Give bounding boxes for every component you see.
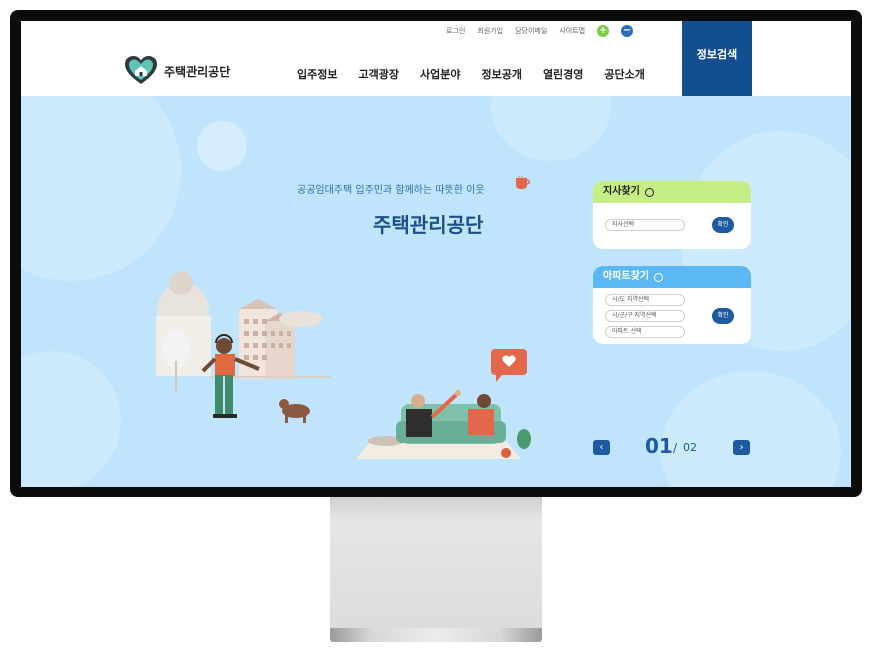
nav-item-business[interactable]: 사업분야 <box>420 66 460 82</box>
bg-bubble <box>661 371 841 487</box>
zoom-in-button[interactable]: + <box>597 25 610 37</box>
nav-item-about[interactable]: 공단소개 <box>604 66 644 82</box>
site-logo[interactable]: 주택관리공단 <box>124 56 230 86</box>
bg-bubble <box>197 121 247 171</box>
province-select[interactable]: 시/도 지역선택 <box>605 294 685 306</box>
branch-finder-title: 지사찾기 <box>603 186 640 197</box>
search-icon <box>654 272 663 282</box>
branch-confirm-button[interactable]: 확인 <box>712 217 734 233</box>
nav-item-open-management[interactable]: 열린경영 <box>543 66 583 82</box>
zoom-out-button[interactable]: − <box>621 25 634 37</box>
sitemap-link[interactable]: 사이트맵 <box>559 26 585 36</box>
neighborhood-illustration <box>156 271 331 423</box>
branch-select[interactable]: 지사선택 <box>605 219 685 231</box>
page-separator: / <box>673 441 678 455</box>
heart-house-logo-icon <box>125 56 157 84</box>
apartment-finder-header: 아파트찾기 <box>593 266 751 288</box>
hero-subtitle: 공공임대주택 입주민과 함께하는 따뜻한 이웃 <box>297 185 485 196</box>
total-pages: 02 <box>683 441 697 454</box>
bg-bubble <box>21 351 121 487</box>
branch-finder-header: 지사찾기 <box>593 181 751 203</box>
login-link[interactable]: 로그인 <box>446 26 465 36</box>
nav-item-disclosure[interactable]: 정보공개 <box>481 66 521 82</box>
contact-email-link[interactable]: 담당이메일 <box>515 26 547 36</box>
apartment-select[interactable]: 아파트 선택 <box>605 326 685 338</box>
signup-link[interactable]: 회원가입 <box>477 26 503 36</box>
hero-title: 주택관리공단 <box>373 213 484 237</box>
logo-text: 주택관리공단 <box>164 64 231 79</box>
site-header: 로그인 회원가입 담당이메일 사이트맵 + − 주택관리공단 입주정보 고객광장 <box>21 21 851 96</box>
search-icon <box>644 187 654 197</box>
monitor-stand <box>330 497 542 629</box>
nav-item-customer-plaza[interactable]: 고객광장 <box>358 66 398 82</box>
apartment-confirm-button[interactable]: 확인 <box>712 308 734 324</box>
branch-finder-card: 지사찾기 지사선택 확인 <box>593 181 751 249</box>
apartment-finder-card: 아파트찾기 시/도 지역선택 시/군/구 지역선택 아파트 선택 확인 <box>593 266 751 344</box>
apartment-finder-title: 아파트찾기 <box>603 271 649 282</box>
cup-icon <box>516 176 530 189</box>
browser-screen: 로그인 회원가입 담당이메일 사이트맵 + − 주택관리공단 입주정보 고객광장 <box>21 21 851 487</box>
main-nav: 입주정보 고객광장 사업분야 정보공개 열린경영 공단소개 <box>297 66 645 82</box>
prev-slide-button[interactable]: ‹ <box>593 440 610 455</box>
district-select[interactable]: 시/군/구 지역선택 <box>605 310 685 322</box>
monitor-frame: 로그인 회원가입 담당이메일 사이트맵 + − 주택관리공단 입주정보 고객광장 <box>10 10 862 497</box>
utility-menu: 로그인 회원가입 담당이메일 사이트맵 + − <box>421 25 634 37</box>
monitor-stand-base <box>330 628 542 642</box>
current-page: 01 <box>645 434 673 458</box>
couple-sofa-illustration <box>356 349 531 459</box>
info-search-button[interactable]: 정보검색 <box>682 21 752 96</box>
nav-item-resident-info[interactable]: 입주정보 <box>297 66 337 82</box>
next-slide-button[interactable]: › <box>733 440 750 455</box>
slide-pager: ‹ 01 / 02 › <box>593 434 753 460</box>
